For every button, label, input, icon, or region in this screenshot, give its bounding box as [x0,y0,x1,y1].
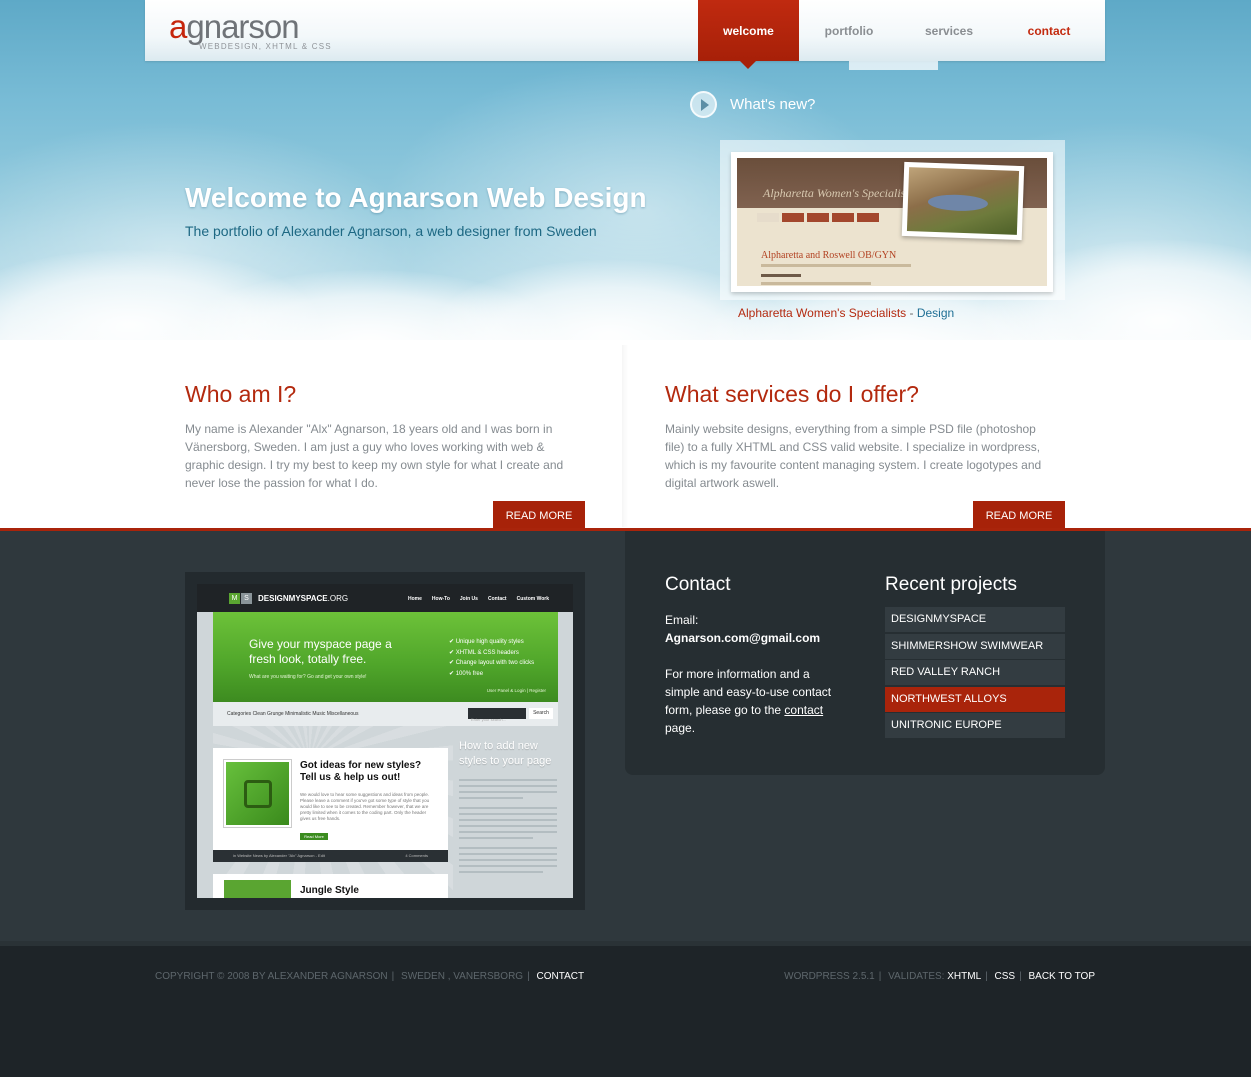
recent-project-item[interactable]: SHIMMERSHOW SWIMWEAR [885,633,1065,659]
location-text: SWEDEN , VANERSBORG [401,971,524,982]
site-logo[interactable]: agnarson WEBDESIGN, XHTML & CSS [169,8,332,52]
nav-contact[interactable]: contact [999,0,1099,61]
featured-thumb-nav [757,213,879,222]
css-link[interactable]: CSS [995,971,1016,982]
hero-subtitle: The portfolio of Alexander Agnarson, a w… [185,223,597,239]
xhtml-link[interactable]: XHTML [947,971,981,982]
recent-project-item[interactable]: RED VALLEY RANCH [885,660,1065,685]
footer-contact-link[interactable]: CONTACT [536,971,584,982]
recent-project-item[interactable]: UNITRONIC EUROPE [885,713,1065,738]
services-read-more-button[interactable]: READ MORE [973,501,1065,531]
services-heading: What services do I offer? [665,381,919,407]
column-divider [622,345,628,527]
footer [0,946,1251,1077]
validates-label: VALIDATES: [888,971,945,982]
nav-contact-tab-extension [849,61,938,70]
logo-tagline: WEBDESIGN, XHTML & CSS [199,42,332,51]
featured-caption: Alpharetta Women's Specialists - Design [738,306,955,320]
nav-services[interactable]: services [899,0,999,61]
header-bar: agnarson WEBDESIGN, XHTML & CSS welcome … [145,0,1105,69]
footer-left: COPYRIGHT © 2008 BY ALEXANDER AGNARSON | … [155,971,585,982]
main-nav: welcome portfolio services contact [698,0,1099,69]
featured-caption-type[interactable]: Design [917,306,954,320]
featured-photo [901,161,1025,241]
contact-page-link[interactable]: contact [784,703,823,717]
whats-new-label: What's new? [730,96,816,113]
hero-title: Welcome to Agnarson Web Design [185,182,647,213]
featured-thumb-heading: Alpharetta and Roswell OB/GYN [761,250,897,261]
services-text: Mainly website designs, everything from … [665,422,1042,490]
back-to-top-link[interactable]: BACK TO TOP [1028,971,1095,982]
recent-project-item-active[interactable]: NORTHWEST ALLOYS [885,686,1065,712]
recent-projects-heading: Recent projects [885,574,1018,595]
whats-new-link[interactable]: What's new? [690,91,815,118]
play-arrow-icon [690,91,717,118]
featured-caption-title[interactable]: Alpharetta Women's Specialists [738,306,906,320]
contact-heading: Contact [665,574,731,595]
email-address[interactable]: Agnarson.com@gmail.com [665,631,820,645]
about-text: My name is Alexander "Alx" Agnarson, 18 … [185,422,564,490]
logo-accent: a [169,8,187,45]
nav-portfolio[interactable]: portfolio [799,0,899,61]
contact-info-text: For more information and a simple and ea… [665,667,832,735]
recent-project-item[interactable]: DESIGNMYSPACE [885,607,1065,632]
wordpress-version: WORDPRESS 2.5.1 [784,971,875,982]
project-preview-screenshot[interactable]: M S DESIGNMYSPACE.ORG Home How-To Join Us C… [197,584,573,898]
about-heading: Who am I? [185,381,297,407]
nav-welcome[interactable]: welcome [698,0,799,69]
footer-right: WORDPRESS 2.5.1 | VALIDATES: XHTML | CSS | … [784,971,1095,982]
logo-name: gnarson [186,8,299,45]
recent-projects-list: DESIGNMYSPACE SHIMMERSHOW SWIMWEAR RED V… [885,607,1065,740]
copyright-text: COPYRIGHT © 2008 BY ALEXANDER AGNARSON [155,971,388,982]
email-label: Email: [665,613,699,627]
featured-thumb-brand: Alpharetta Women's Specialists [763,186,914,200]
about-read-more-button[interactable]: READ MORE [493,501,585,531]
